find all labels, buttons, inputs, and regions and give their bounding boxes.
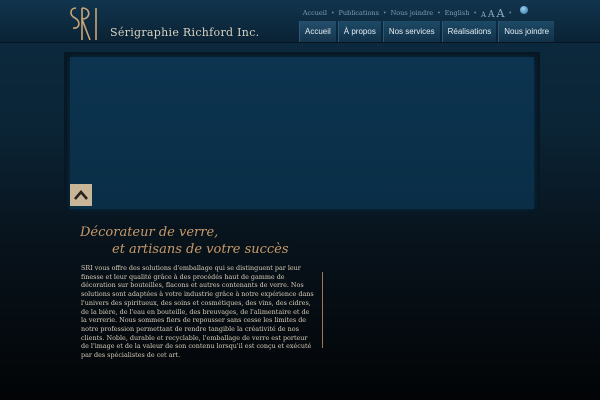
tagline-line-2: et artisans de votre succès (112, 242, 289, 257)
main-nav: Accueil À propos Nos services Réalisatio… (299, 21, 555, 42)
separator-dot: • (437, 9, 441, 17)
tagline-line-1: Décorateur de verre, (80, 225, 219, 240)
sri-logo[interactable] (67, 4, 103, 42)
tab-nos-services[interactable]: Nos services (382, 21, 440, 42)
vertical-divider (322, 272, 323, 348)
font-size-controls: A A A (481, 7, 505, 20)
separator-dot: • (473, 9, 477, 17)
hero-image-area (70, 57, 534, 209)
utility-link-english[interactable]: English (445, 9, 470, 17)
tab-accueil[interactable]: Accueil (299, 21, 336, 42)
font-size-medium-button[interactable]: A (488, 10, 495, 20)
tab-nous-joindre[interactable]: Nous joindre (498, 21, 555, 42)
chevron-up-icon (74, 190, 88, 200)
collapse-banner-button[interactable] (70, 184, 92, 206)
sri-logo-icon (70, 7, 97, 41)
intro-paragraph: SRI vous offre des solutions d'emballage… (81, 264, 314, 360)
utility-link-nous-joindre[interactable]: Nous joindre (391, 9, 434, 17)
hero-banner (64, 52, 540, 214)
font-size-small-button[interactable]: A (481, 11, 486, 19)
font-size-large-button[interactable]: A (497, 7, 505, 20)
company-name[interactable]: Sérigraphie Richford Inc. (110, 26, 259, 39)
tab-a-propos[interactable]: À propos (337, 21, 381, 42)
separator-dot: • (508, 9, 512, 17)
utility-nav: Accueil • Publications • Nous joindre • … (303, 7, 528, 20)
tab-realisations[interactable]: Réalisations (441, 21, 497, 42)
separator-dot: • (330, 9, 335, 17)
utility-link-publications[interactable]: Publications (338, 9, 379, 17)
separator-dot: • (383, 9, 387, 17)
globe-icon[interactable] (520, 6, 528, 14)
utility-link-accueil[interactable]: Accueil (303, 9, 327, 17)
tagline: Décorateur de verre, et artisans de votr… (80, 224, 320, 258)
